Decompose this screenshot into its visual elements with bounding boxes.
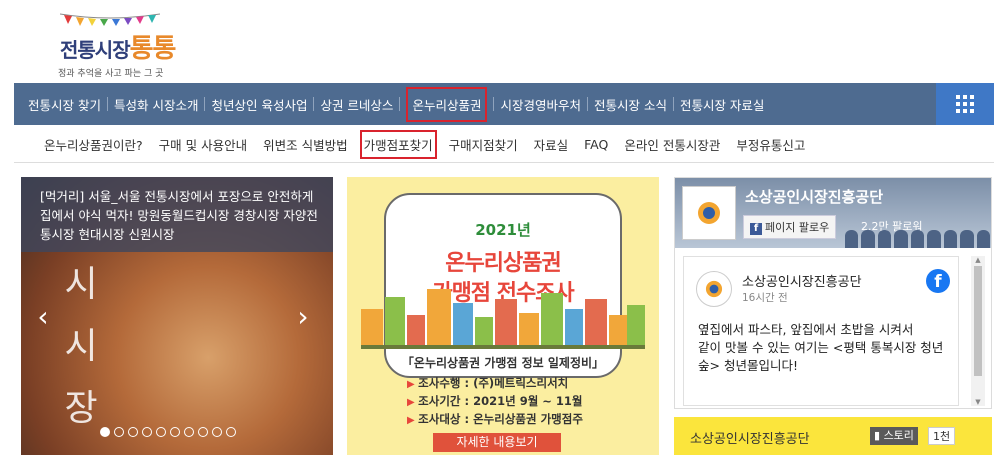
divider (204, 97, 206, 111)
org-logo-icon[interactable] (682, 186, 736, 240)
bunting-flags-icon (60, 13, 160, 26)
divider (399, 97, 401, 111)
banner-info-item: ▶ 조사기간 : 2021년 9월 ~ 11월 (407, 394, 583, 408)
scroll-down-icon[interactable]: ▼ (971, 398, 985, 406)
banner-info-item: ▶ 조사대상 : 온누리상품권 가맹점주 (407, 412, 583, 426)
triangle-bullet-icon: ▶ (407, 379, 419, 390)
city-illustration-icon (361, 289, 645, 349)
slider-dot[interactable] (184, 427, 194, 437)
avatar[interactable] (696, 271, 732, 307)
banner-info-list: ▶ 조사수행 : (주)메트릭스리서치 ▶ 조사기간 : 2021년 9월 ~ … (407, 375, 583, 429)
facebook-cover[interactable]: 소상공인시장진흥공단 f 페이지 팔로우 2.2만 팔로워 (675, 178, 991, 248)
facebook-f-icon: f (750, 223, 762, 235)
facebook-page-name[interactable]: 소상공인시장진흥공단 (745, 186, 883, 207)
slider-dot[interactable] (198, 427, 208, 437)
sub-nav-item-store-search[interactable]: 가맹점포찾기 (359, 129, 437, 159)
main-nav-item-special-market[interactable]: 특성화 시장소개 (101, 83, 198, 125)
slider-dot[interactable] (100, 427, 110, 437)
story-button[interactable]: ▮ 스토리 (870, 427, 918, 445)
story-page-name[interactable]: 소상공인시장진흥공단 (690, 428, 810, 447)
post-time[interactable]: 16시간 전 (742, 290, 788, 305)
slider-dot[interactable] (156, 427, 166, 437)
banner-info-item: ▶ 조사수행 : (주)메트릭스리서치 (407, 376, 569, 390)
banner-year: 2021년 (475, 221, 531, 239)
site-logo[interactable]: 전통시장통통 정과 추억을 사고 파는 그 곳 (58, 12, 188, 79)
triangle-bullet-icon: ▶ (407, 397, 419, 408)
main-nav-item-news[interactable]: 전통시장 소식 (581, 83, 667, 125)
main-nav-item-voucher[interactable]: 시장경영바우처 (487, 83, 581, 125)
main-nav-item-archive[interactable]: 전통시장 자료실 (667, 83, 764, 125)
logo-title: 전통시장통통 (60, 34, 177, 64)
chevron-right-icon[interactable]: › (293, 302, 313, 332)
facebook-post[interactable]: 소상공인시장진흥공단 16시간 전 f 옆집에서 파스타, 앞집에서 초밥을 시… (683, 256, 959, 406)
sub-nav-item-online-market[interactable]: 온라인 전통시장관 (624, 135, 720, 154)
post-text: 옆집에서 파스타, 앞집에서 초밥을 시켜서 같이 맛볼 수 있는 여기는 <평… (698, 322, 944, 373)
slider-dot[interactable] (170, 427, 180, 437)
sub-nav-item-report[interactable]: 부정유통신고 (736, 135, 805, 154)
divider (313, 97, 315, 111)
slider-dot[interactable] (212, 427, 222, 437)
sub-nav: 온누리상품권이란? 구매 및 사용안내 위변조 식별방법 가맹점포찾기 구매지점… (14, 125, 994, 163)
scroll-up-icon[interactable]: ▲ (971, 256, 985, 264)
view-details-button[interactable]: 자세한 내용보기 (433, 433, 561, 452)
divider (106, 97, 108, 111)
post-author[interactable]: 소상공인시장진흥공단 (742, 271, 862, 290)
sub-nav-item-branch-search[interactable]: 구매지점찾기 (449, 135, 518, 154)
facebook-logo-icon[interactable]: f (926, 269, 950, 293)
main-nav-item-youth-merchant[interactable]: 청년상인 육성사업 (198, 83, 307, 125)
main-nav: 전통시장 찾기 특성화 시장소개 청년상인 육성사업 상권 르네상스 온누리상품… (14, 83, 994, 125)
scrollbar-thumb[interactable] (974, 266, 982, 376)
story-icon: ▮ (874, 429, 884, 442)
sub-nav-item-faq[interactable]: FAQ (584, 137, 608, 152)
logo-tagline: 정과 추억을 사고 파는 그 곳 (58, 69, 164, 79)
sub-nav-item-purchase-guide[interactable]: 구매 및 사용안내 (159, 135, 247, 154)
grid-menu-icon (956, 95, 974, 113)
triangle-bullet-icon: ▶ (407, 415, 419, 426)
slider-dot[interactable] (114, 427, 124, 437)
facebook-widget: 소상공인시장진흥공단 f 페이지 팔로우 2.2만 팔로워 소상공인시장진흥공단 … (674, 177, 992, 409)
divider (493, 97, 495, 111)
people-illustration-icon (845, 230, 990, 248)
divider (586, 97, 588, 111)
post-scrollbar[interactable]: ▲ ▼ (971, 256, 985, 406)
sub-nav-item-archive[interactable]: 자료실 (534, 135, 569, 154)
divider (672, 97, 674, 111)
slider-dot[interactable] (142, 427, 152, 437)
main-nav-item-onnuri[interactable]: 온누리상품권 (393, 83, 488, 125)
story-count: 1천 (928, 427, 956, 445)
slider-pagination (100, 427, 236, 437)
logo-title-accent: 통통 (129, 34, 177, 64)
slide-overlay-text: 시 시 장 (64, 264, 98, 429)
sub-nav-item-about[interactable]: 온누리상품권이란? (44, 135, 143, 154)
slide-caption[interactable]: [먹거리] 서울_서울 전통시장에서 포장으로 안전하게 집에서 야식 먹자! … (40, 187, 326, 244)
all-menu-button[interactable] (936, 83, 994, 125)
main-nav-item-renaissance[interactable]: 상권 르네상스 (307, 83, 393, 125)
chevron-left-icon[interactable]: ‹ (33, 302, 53, 332)
news-slider[interactable]: [먹거리] 서울_서울 전통시장에서 포장으로 안전하게 집에서 야식 먹자! … (21, 177, 333, 455)
sub-nav-item-counterfeit[interactable]: 위변조 식별방법 (263, 135, 347, 154)
slider-dot[interactable] (226, 427, 236, 437)
main-nav-item-market-search[interactable]: 전통시장 찾기 (28, 83, 101, 125)
follow-page-button[interactable]: f 페이지 팔로우 (743, 215, 837, 239)
story-bar[interactable]: 소상공인시장진흥공단 ▮ 스토리 1천 (674, 417, 992, 455)
slider-dot[interactable] (128, 427, 138, 437)
banner-info-title: 「온누리상품권 가맹점 정보 일제정비」 (401, 356, 605, 370)
survey-banner[interactable]: 2021년 온누리상품권 가맹점 전수조사 「온누리상품권 가맹점 정보 일제정… (347, 177, 659, 455)
